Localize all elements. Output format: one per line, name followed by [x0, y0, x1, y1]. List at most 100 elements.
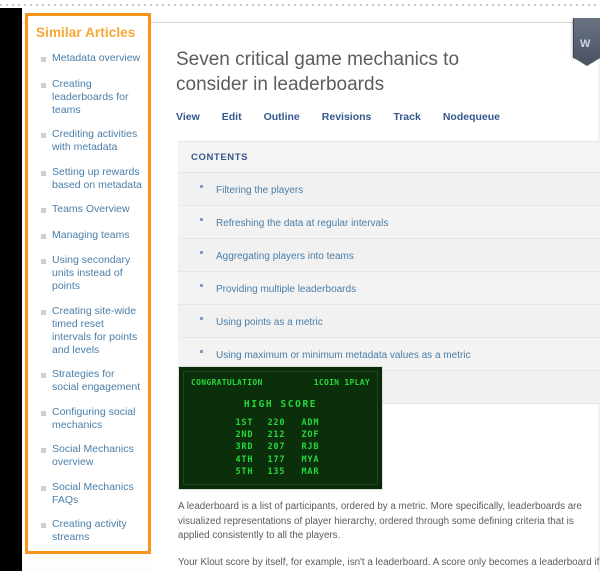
arcade-initials: ZOF — [301, 430, 320, 441]
sidebar-item[interactable]: Managing teams — [28, 229, 148, 243]
arcade-score-row: 4TH 177 MYA — [184, 454, 377, 466]
bullet-square-icon — [41, 448, 46, 453]
contents-list-item[interactable]: Aggregating players into teams — [178, 239, 600, 272]
sidebar-item-label[interactable]: Metadata overview — [52, 52, 142, 65]
contents-item-label[interactable]: Filtering the players — [216, 185, 303, 196]
sidebar-item-label[interactable]: Using secondary units instead of points — [52, 254, 142, 293]
bullet-square-icon — [41, 133, 46, 138]
bullet-square-icon — [41, 373, 46, 378]
tab-outline[interactable]: Outline — [264, 111, 300, 123]
sidebar-item[interactable]: Using secondary units instead of points — [28, 254, 148, 293]
bullet-square-icon — [41, 309, 46, 315]
arcade-initials: ADM — [301, 418, 320, 428]
tab-view[interactable]: View — [176, 111, 200, 123]
contents-item-label[interactable]: Aggregating players into teams — [216, 251, 354, 262]
sidebar-item-label[interactable]: Creating activity streams — [52, 518, 142, 544]
sidebar-item-label[interactable]: Social Mechanics FAQs — [52, 481, 142, 507]
arcade-score: 220 — [267, 418, 286, 428]
bullet-dot-icon — [200, 284, 203, 287]
arcade-score-row: 2ND 212 ZOF — [184, 429, 377, 441]
arcade-initials: MAR — [301, 466, 320, 477]
sidebar-item-label[interactable]: Crediting activities with metadata — [52, 128, 142, 154]
arcade-high-score-label: HIGH SCORE — [243, 399, 318, 410]
arcade-rank: 4TH — [235, 454, 254, 465]
tab-edit[interactable]: Edit — [222, 111, 242, 123]
sidebar-item-label[interactable]: Teams Overview — [52, 203, 142, 216]
bullet-square-icon — [41, 170, 46, 176]
arcade-rank: 5TH — [235, 466, 254, 477]
sidebar-item-label[interactable]: Creating site-wide timed reset intervals… — [52, 305, 142, 357]
sidebar-title: Similar Articles — [36, 25, 136, 40]
contents-heading: CONTENTS — [178, 142, 600, 173]
contents-item-label[interactable]: Using maximum or minimum metadata values… — [216, 350, 471, 361]
bullet-square-icon — [41, 259, 46, 264]
body-paragraph: Your Klout score by itself, for example,… — [178, 556, 600, 568]
arcade-screen: CONGRATULATION 1COIN 1PLAY HIGH SCORE 1S… — [183, 371, 378, 485]
arcade-rank: 3RD — [235, 442, 254, 453]
arcade-score-row: 5TH 135 MAR — [184, 466, 377, 478]
sidebar-item[interactable]: Setting up rewards based on metadata — [28, 166, 148, 192]
page-root: W Similar Articles Metadata overview Crea… — [0, 0, 600, 571]
sidebar-item-label[interactable]: Creating leaderboards for teams — [52, 78, 142, 117]
contents-list-item[interactable]: Using points as a metric — [178, 305, 600, 338]
arcade-initials: RJB — [301, 442, 320, 453]
page-top-ruler — [0, 4, 600, 6]
article-body: A leaderboard is a list of participants,… — [178, 500, 600, 571]
bullet-square-icon — [41, 410, 46, 416]
bullet-square-icon — [41, 208, 46, 213]
sidebar-article-list: Metadata overview Creating leaderboards f… — [28, 52, 148, 551]
tab-revisions[interactable]: Revisions — [322, 111, 372, 123]
contents-item-label[interactable]: Refreshing the data at regular intervals — [216, 218, 388, 229]
sidebar-item-label[interactable]: Strategies for social engagement — [52, 368, 142, 394]
sidebar-item-label[interactable]: Setting up rewards based on metadata — [52, 166, 142, 192]
arcade-score-row: 1ST 220 ADM — [184, 417, 377, 429]
contents-list-item[interactable]: Providing multiple leaderboards — [178, 272, 600, 305]
sidebar-item-label[interactable]: Configuring social mechanics — [52, 406, 142, 432]
contents-item-label[interactable]: Using points as a metric — [216, 317, 323, 328]
bullet-dot-icon — [200, 317, 203, 320]
bullet-square-icon — [41, 485, 46, 491]
arcade-score: 177 — [267, 454, 286, 465]
sidebar-item[interactable]: Social Mechanics FAQs — [28, 481, 148, 507]
page-left-edge — [0, 8, 22, 571]
contents-list-item[interactable]: Filtering the players — [178, 173, 600, 206]
sidebar-item-label[interactable]: Social Mechanics overview — [52, 443, 142, 469]
arcade-score-row: 3RD 207 RJB — [184, 441, 377, 453]
arcade-rank: 1ST — [235, 418, 254, 428]
contents-item-label[interactable]: Providing multiple leaderboards — [216, 284, 356, 295]
arcade-coin-play-text: 1COIN 1PLAY — [313, 378, 370, 387]
sidebar-item[interactable]: Creating activity streams — [28, 518, 148, 544]
arcade-score: 207 — [267, 442, 286, 453]
arcade-score-rows: 1ST 220 ADM 2ND 212 ZOF 3RD 207 RJB 4TH 177 MYA 5TH 1… — [184, 417, 377, 478]
tab-nodequeue[interactable]: Nodequeue — [443, 111, 500, 123]
main-content: Seven critical game mechanics to conside… — [152, 23, 600, 571]
bullet-dot-icon — [200, 185, 203, 188]
bullet-square-icon — [41, 233, 46, 239]
sidebar-item[interactable]: Metadata overview — [28, 52, 148, 66]
bullet-dot-icon — [200, 251, 203, 254]
sidebar-item[interactable]: Configuring social mechanics — [28, 406, 148, 432]
body-paragraph: A leaderboard is a list of participants,… — [178, 501, 582, 542]
arcade-score: 135 — [267, 466, 286, 477]
arcade-high-score-image: CONGRATULATION 1COIN 1PLAY HIGH SCORE 1S… — [178, 366, 383, 490]
contents-list-item[interactable]: Refreshing the data at regular intervals — [178, 206, 600, 239]
bullet-square-icon — [41, 82, 46, 88]
contents-box: CONTENTS Filtering the players Refreshing… — [178, 141, 600, 404]
bullet-square-icon — [41, 57, 46, 62]
arcade-initials: MYA — [301, 454, 320, 465]
sidebar-item[interactable]: Strategies for social engagement — [28, 368, 148, 394]
tab-track[interactable]: Track — [393, 111, 420, 123]
sidebar-item[interactable]: Creating site-wide timed reset intervals… — [28, 305, 148, 357]
sidebar-item[interactable]: Teams Overview — [28, 203, 148, 217]
page-title: Seven critical game mechanics to conside… — [176, 49, 460, 95]
bullet-dot-icon — [200, 218, 203, 221]
arcade-rank: 2ND — [235, 430, 254, 441]
sidebar-item[interactable]: Creating leaderboards for teams — [28, 78, 148, 117]
arcade-score: 212 — [267, 430, 286, 441]
sidebar-item[interactable]: Social Mechanics overview — [28, 443, 148, 469]
node-tabs: View Edit Outline Revisions Track Nodequeue — [176, 111, 600, 123]
arcade-header-row: CONGRATULATION 1COIN 1PLAY — [184, 372, 377, 387]
sidebar-item-label[interactable]: Managing teams — [52, 229, 142, 242]
sidebar-item[interactable]: Crediting activities with metadata — [28, 128, 148, 154]
arcade-congratulation-text: CONGRATULATION — [191, 378, 263, 387]
